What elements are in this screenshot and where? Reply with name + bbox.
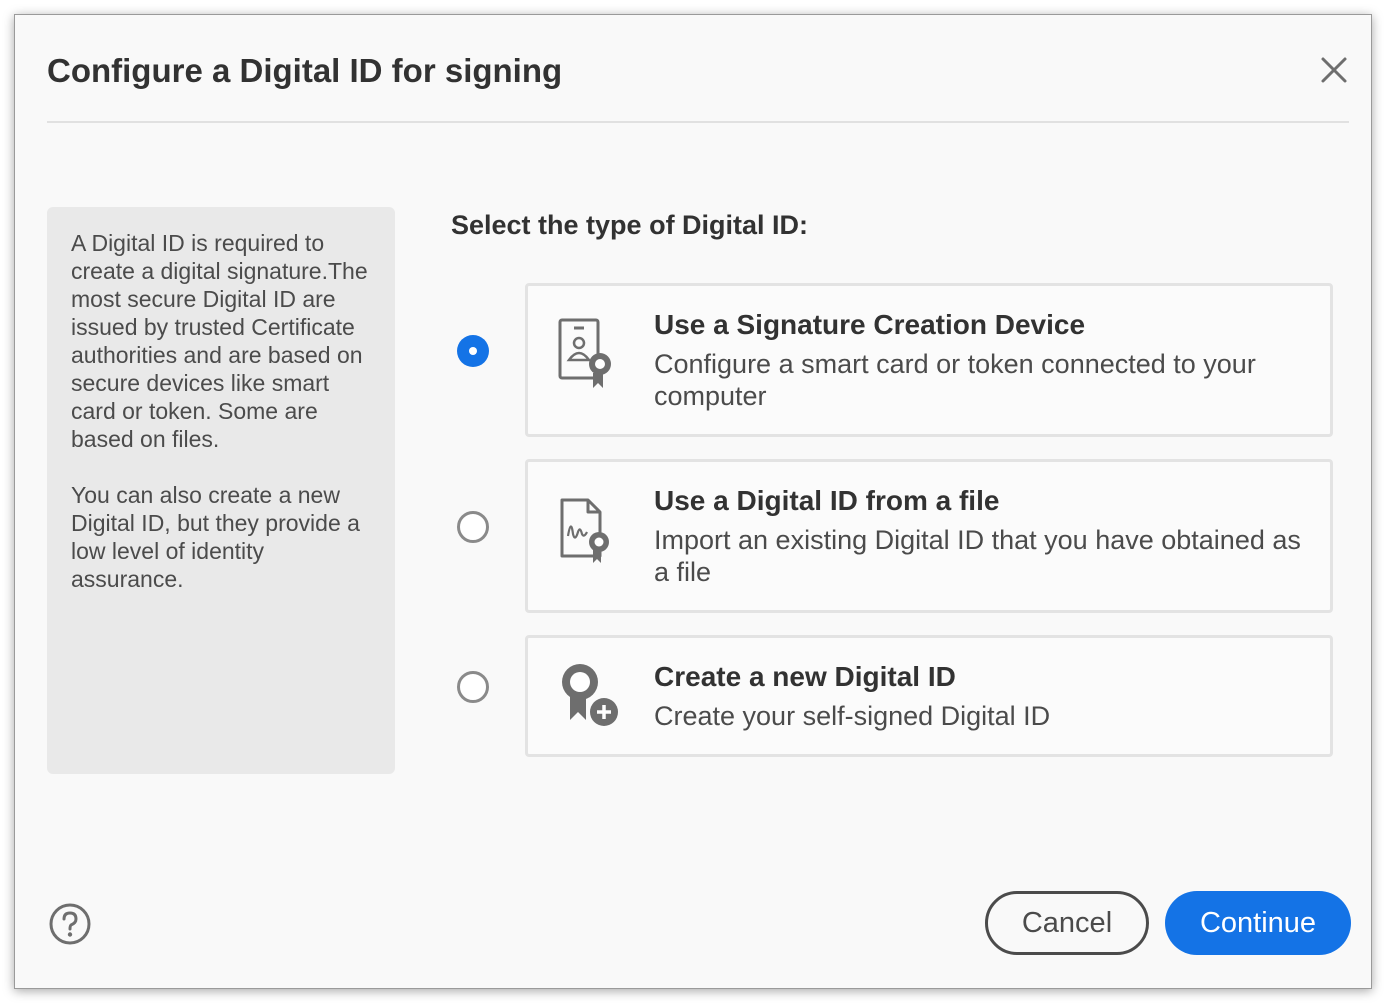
option-signature-device[interactable]: Use a Signature Creation Device Configur… <box>525 283 1333 437</box>
info-paragraph: A Digital ID is required to create a dig… <box>71 230 368 452</box>
option-description: Create your self-signed Digital ID <box>654 701 1051 731</box>
close-icon[interactable] <box>1319 55 1349 85</box>
info-panel: A Digital ID is required to create a dig… <box>47 207 395 774</box>
option-description: Import an existing Digital ID that you h… <box>654 525 1301 587</box>
radio-signature-device[interactable] <box>457 335 489 367</box>
radio-new-digital-id[interactable] <box>457 671 489 703</box>
new-digital-id-icon <box>554 660 620 740</box>
dialog-title: Configure a Digital ID for signing <box>47 52 563 89</box>
option-title: Use a Digital ID from a file <box>654 485 1000 516</box>
signature-device-icon <box>554 316 620 396</box>
option-new-digital-id[interactable]: Create a new Digital ID Create your self… <box>525 635 1333 757</box>
option-description: Configure a smart card or token connecte… <box>654 349 1256 411</box>
cancel-button[interactable]: Cancel <box>985 891 1149 955</box>
select-type-heading: Select the type of Digital ID: <box>451 210 809 240</box>
digital-id-file-icon <box>554 496 620 576</box>
header-divider <box>47 121 1349 123</box>
info-paragraph: You can also create a new Digital ID, bu… <box>71 482 360 592</box>
configure-digital-id-dialog: Configure a Digital ID for signing A Dig… <box>14 14 1372 989</box>
help-icon[interactable] <box>49 903 91 945</box>
radio-digital-id-file[interactable] <box>457 511 489 543</box>
option-title: Use a Signature Creation Device <box>654 309 1086 340</box>
continue-button[interactable]: Continue <box>1165 891 1351 955</box>
option-digital-id-file[interactable]: Use a Digital ID from a file Import an e… <box>525 459 1333 613</box>
option-title: Create a new Digital ID <box>654 661 956 692</box>
